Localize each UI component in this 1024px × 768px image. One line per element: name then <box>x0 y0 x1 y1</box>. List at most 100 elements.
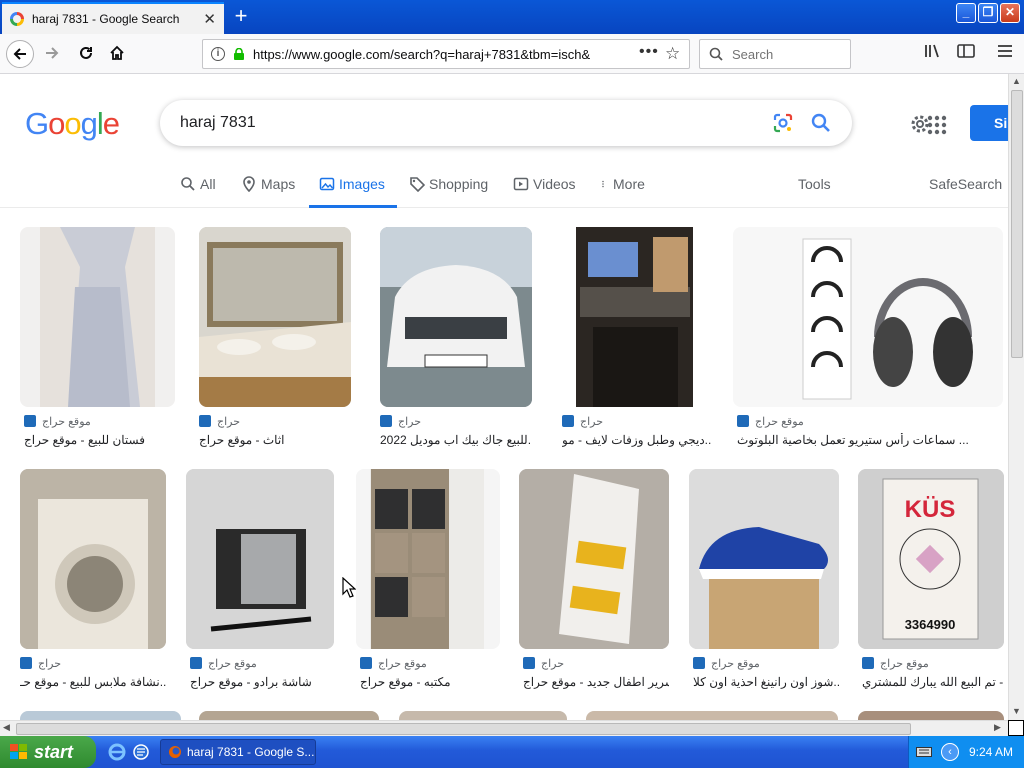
google-lens-icon[interactable] <box>772 112 794 134</box>
result-caption[interactable]: للبيع جاك بيك اب موديل 2022... <box>380 433 532 447</box>
result-card[interactable]: حراج ديجي وطبل وزفات لايف - مو... <box>558 227 712 457</box>
tab-maps[interactable]: Maps <box>241 176 295 206</box>
result-source[interactable]: حراج <box>523 657 564 670</box>
result-image[interactable] <box>733 227 1003 407</box>
result-card[interactable]: حراج اثاث - موقع حراج <box>199 227 351 457</box>
google-search-box[interactable]: haraj 7831 <box>160 100 852 146</box>
taskbar-firefox-window[interactable]: haraj 7831 - Google S... <box>160 739 316 765</box>
result-image[interactable] <box>186 469 334 649</box>
window-close-button[interactable]: ✕ <box>1000 3 1020 23</box>
result-source[interactable]: موقع حراج <box>360 657 427 670</box>
search-query[interactable]: haraj 7831 <box>180 114 256 132</box>
result-caption[interactable]: ديجي وطبل وزفات لايف - مو... <box>562 433 712 447</box>
new-tab-button[interactable]: + <box>230 3 252 29</box>
bookmark-star-icon[interactable]: ☆ <box>665 44 680 64</box>
result-caption[interactable]: مكتبه - موقع حراج <box>360 675 500 689</box>
result-image[interactable] <box>380 227 532 407</box>
result-source[interactable]: موقع حراج <box>24 415 91 428</box>
tray-collapse-icon[interactable]: ‹ <box>941 743 959 761</box>
result-source[interactable]: حراج <box>562 415 603 428</box>
browser-search-box[interactable]: Search <box>699 39 851 69</box>
result-caption[interactable]: اثاث - موقع حراج <box>199 433 349 447</box>
back-button[interactable] <box>6 40 34 68</box>
result-image-partial[interactable] <box>20 711 181 720</box>
result-card[interactable]: موقع حراج شاشة برادو - موقع حراج <box>186 469 334 699</box>
forward-button[interactable] <box>38 40 66 68</box>
result-card[interactable]: موقع حراج سماعات رأس ستيريو تعمل بخاصية … <box>733 227 1003 457</box>
result-source[interactable]: موقع حراج <box>862 657 929 670</box>
internet-explorer-icon[interactable] <box>108 743 126 761</box>
browser-tab[interactable]: haraj 7831 - Google Search ✕ <box>2 2 224 34</box>
horizontal-scrollbar[interactable]: ◀ ▶ <box>0 720 1008 736</box>
result-caption[interactable]: سرير اطفال جديد - موقع حراج <box>523 675 669 689</box>
result-image-partial[interactable] <box>586 711 838 720</box>
result-caption[interactable]: نشافة ملابس للبيع - موقع حـ... <box>20 675 166 689</box>
vertical-scrollbar[interactable]: ▲ ▼ <box>1008 74 1024 720</box>
start-button[interactable]: start <box>0 736 96 768</box>
result-image-partial[interactable] <box>858 711 1004 720</box>
result-image[interactable] <box>558 227 710 407</box>
scroll-right-arrow-icon[interactable]: ▶ <box>994 722 1001 733</box>
hamburger-menu-icon[interactable] <box>994 43 1016 65</box>
result-source[interactable]: حراج <box>20 657 61 670</box>
library-icon[interactable] <box>922 43 944 65</box>
firefox-quicklaunch-icon[interactable] <box>132 743 150 761</box>
result-card[interactable]: حراج للبيع جاك بيك اب موديل 2022... <box>380 227 532 457</box>
vertical-scroll-thumb[interactable] <box>1011 90 1023 358</box>
tab-all[interactable]: All <box>180 176 216 206</box>
result-card[interactable]: KÜS 3364990 موقع حراج تم البيع الله يبارك… <box>858 469 1004 699</box>
result-image[interactable] <box>356 469 500 649</box>
keyboard-icon[interactable] <box>916 747 932 757</box>
google-search-button-icon[interactable] <box>810 112 832 134</box>
sidebar-icon[interactable] <box>955 43 977 65</box>
result-caption[interactable]: شاشة برادو - موقع حراج <box>190 675 334 689</box>
result-source-label: موقع حراج <box>880 658 929 670</box>
result-source[interactable]: حراج <box>380 415 421 428</box>
result-image-partial[interactable] <box>199 711 379 720</box>
tab-images[interactable]: Images <box>319 176 385 206</box>
result-image[interactable]: KÜS 3364990 <box>858 469 1004 649</box>
result-caption[interactable]: تم البيع الله يبارك للمشتري -... <box>862 675 1004 689</box>
scroll-left-arrow-icon[interactable]: ◀ <box>3 722 10 733</box>
url-text[interactable]: https://www.google.com/search?q=haraj+78… <box>253 47 603 62</box>
result-source[interactable]: موقع حراج <box>737 415 804 428</box>
result-source[interactable]: حراج <box>199 415 240 428</box>
result-card[interactable]: حراج سرير اطفال جديد - موقع حراج <box>519 469 669 699</box>
result-source[interactable]: موقع حراج <box>693 657 760 670</box>
sign-in-button[interactable]: Si <box>970 105 1008 141</box>
result-card[interactable]: موقع حراج فستان للبيع - موقع حراج <box>20 227 175 457</box>
result-source[interactable]: موقع حراج <box>190 657 257 670</box>
result-image-partial[interactable] <box>399 711 567 720</box>
scroll-down-arrow-icon[interactable]: ▼ <box>1012 706 1021 716</box>
home-button[interactable] <box>103 40 131 68</box>
horizontal-scroll-thumb[interactable] <box>16 723 911 735</box>
result-card[interactable]: موقع حراج شوز اون رانينغ احذية اون كلا..… <box>689 469 839 699</box>
close-tab-icon[interactable]: ✕ <box>203 10 216 28</box>
url-bar[interactable]: i https://www.google.com/search?q=haraj+… <box>202 39 690 69</box>
site-info-icon[interactable]: i <box>211 47 225 61</box>
system-tray: ‹ 9:24 AM <box>908 736 1024 768</box>
scroll-up-arrow-icon[interactable]: ▲ <box>1012 76 1021 86</box>
google-apps-grid-icon[interactable] <box>926 114 948 136</box>
tab-videos[interactable]: Videos <box>513 176 576 206</box>
minimize-button[interactable]: _ <box>956 3 976 23</box>
result-image[interactable] <box>20 227 175 407</box>
result-caption[interactable]: شوز اون رانينغ احذية اون كلا... <box>693 675 839 689</box>
result-image[interactable] <box>199 227 351 407</box>
scroll-corner <box>1008 720 1024 736</box>
result-caption[interactable]: سماعات رأس ستيريو تعمل بخاصية البلوتوث .… <box>737 433 1002 447</box>
safesearch-button[interactable]: SafeSearch <box>929 176 1002 206</box>
tab-more[interactable]: More <box>601 176 645 206</box>
google-logo[interactable]: Google <box>25 106 120 142</box>
result-image[interactable] <box>519 469 669 649</box>
tools-button[interactable]: Tools <box>798 176 831 206</box>
maximize-button[interactable]: ❐ <box>978 3 998 23</box>
result-image[interactable] <box>20 469 166 649</box>
result-caption[interactable]: فستان للبيع - موقع حراج <box>24 433 174 447</box>
tab-shopping[interactable]: Shopping <box>409 176 488 206</box>
reload-button[interactable] <box>72 40 100 68</box>
page-actions-icon[interactable]: ••• <box>639 43 659 61</box>
result-image[interactable] <box>689 469 839 649</box>
result-card[interactable]: حراج نشافة ملابس للبيع - موقع حـ... <box>20 469 166 699</box>
result-card[interactable]: موقع حراج مكتبه - موقع حراج <box>356 469 500 699</box>
